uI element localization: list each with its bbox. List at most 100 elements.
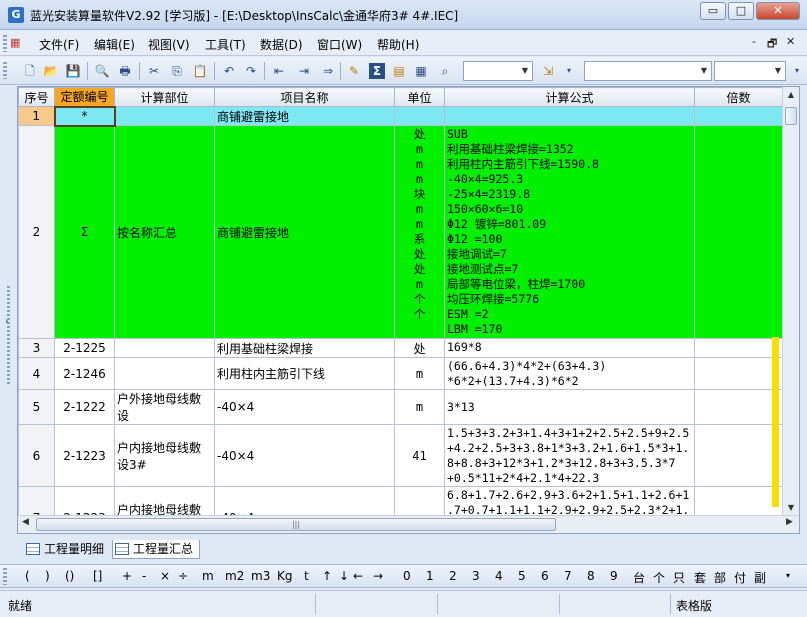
table-icon[interactable]: ▦ bbox=[413, 63, 429, 79]
chevron-right-icon[interactable]: › bbox=[5, 317, 9, 327]
cell-part[interactable] bbox=[114, 106, 215, 126]
table-row[interactable]: 2 Σ 按名称汇总 商铺避雷接地 处 m m m 块 m m 系 处 处 m 个… bbox=[18, 125, 783, 339]
insert-row-icon[interactable]: ⇤ bbox=[269, 63, 289, 79]
tab-quantity-summary[interactable]: 工程量汇总 bbox=[112, 540, 201, 559]
cell-multiple[interactable] bbox=[694, 357, 783, 390]
cell-code[interactable]: 2-1222 bbox=[54, 389, 115, 425]
cell-name[interactable]: 商铺避雷接地 bbox=[214, 125, 395, 339]
cell-part[interactable]: 户内接地母线敷设3# bbox=[114, 424, 215, 487]
cell-code[interactable]: 2-1246 bbox=[54, 357, 115, 390]
menu-grip[interactable] bbox=[3, 35, 7, 52]
calc-icon[interactable]: ▤ bbox=[391, 63, 407, 79]
cell-unit[interactable]: 41 bbox=[394, 424, 445, 487]
brush-icon[interactable]: ✎ bbox=[346, 63, 362, 79]
menu-view[interactable]: 视图(V) bbox=[148, 36, 190, 53]
print-icon[interactable]: 🖶 bbox=[117, 63, 133, 79]
cell-unit[interactable]: 处 m m m 块 m m 系 处 处 m 个 个 bbox=[394, 125, 445, 339]
find-icon[interactable]: ⌕ bbox=[437, 63, 453, 79]
digit-button[interactable]: 7 bbox=[564, 569, 572, 583]
table-row[interactable]: 4 2-1246 利用柱内主筋引下线 m (66.6+4.3)*4*2+(63+… bbox=[18, 357, 783, 390]
cell-formula[interactable]: 1.5+3+3.2+3+1.4+3+1+2+2.5+2.5+9+2.5 +4.2… bbox=[444, 424, 695, 487]
cell-name[interactable]: 利用柱内主筋引下线 bbox=[214, 357, 395, 390]
scroll-right-icon[interactable]: ▶ bbox=[786, 517, 793, 527]
redo-icon[interactable]: ↷ bbox=[243, 63, 259, 79]
open-icon[interactable]: 📂 bbox=[43, 63, 59, 79]
cell-name[interactable]: 利用基础柱梁焊接 bbox=[214, 338, 395, 358]
cell-multiple[interactable] bbox=[694, 338, 783, 358]
cell-unit[interactable]: m bbox=[394, 357, 445, 390]
unit-button[interactable]: 付 bbox=[734, 569, 746, 586]
cell-part[interactable] bbox=[114, 357, 215, 390]
symbol-button[interactable]: ÷ bbox=[178, 569, 188, 583]
cut-icon[interactable]: ✂ bbox=[146, 63, 162, 79]
symbol-button[interactable]: m3 bbox=[251, 569, 270, 583]
symbol-button[interactable]: () bbox=[65, 569, 74, 583]
unit-button[interactable]: 套 bbox=[694, 569, 706, 586]
maximize-button[interactable]: □ bbox=[728, 2, 754, 20]
scroll-down-icon[interactable]: ▼ bbox=[783, 500, 799, 516]
col-header-formula[interactable]: 计算公式 bbox=[444, 87, 695, 107]
symbol-button[interactable]: ( bbox=[25, 569, 30, 583]
delete-row-icon[interactable]: ⇥ bbox=[294, 63, 314, 79]
toolbar-overflow-icon[interactable]: ▾ bbox=[789, 63, 805, 79]
cell-part[interactable]: 户外接地母线敷设 bbox=[114, 389, 215, 425]
chevron-down-icon[interactable]: ▼ bbox=[518, 62, 532, 80]
scroll-left-icon[interactable]: ◀ bbox=[22, 517, 29, 527]
cell-multiple[interactable] bbox=[694, 389, 783, 425]
new-icon[interactable]: 🗋 bbox=[22, 63, 38, 79]
col-header-part[interactable]: 计算部位 bbox=[114, 87, 215, 107]
doc-restore-button[interactable]: 🗗 bbox=[767, 35, 777, 54]
cell-formula[interactable]: (66.6+4.3)*4*2+(63+4.3) *6*2+(13.7+4.3)*… bbox=[444, 357, 695, 390]
toolbar-overflow-icon[interactable]: ▾ bbox=[561, 63, 577, 79]
unit-button[interactable]: 台 bbox=[633, 569, 645, 586]
menu-window[interactable]: 窗口(W) bbox=[317, 36, 362, 53]
menu-help[interactable]: 帮助(H) bbox=[377, 36, 419, 53]
vertical-scrollbar[interactable]: ▲ ▼ bbox=[782, 87, 799, 516]
symbol-bar-grip[interactable] bbox=[3, 568, 7, 585]
tab-quantity-detail[interactable]: 工程量明细 bbox=[24, 540, 104, 559]
row-number[interactable]: 3 bbox=[18, 338, 55, 358]
row-number[interactable]: 6 bbox=[18, 424, 55, 487]
row-number[interactable]: 5 bbox=[18, 389, 55, 425]
cell-multiple[interactable] bbox=[694, 424, 783, 487]
horizontal-scrollbar[interactable]: ◀ ||| ▶ bbox=[18, 515, 799, 533]
cell-unit[interactable]: m bbox=[394, 389, 445, 425]
cell-unit[interactable] bbox=[394, 106, 445, 126]
cell-code[interactable]: Σ bbox=[54, 125, 115, 339]
close-button[interactable]: ✕ bbox=[756, 2, 800, 20]
arrow-right-icon[interactable]: → bbox=[373, 569, 383, 583]
col-header-name[interactable]: 项目名称 bbox=[214, 87, 395, 107]
digit-button[interactable]: 3 bbox=[472, 569, 480, 583]
toolbar-combo-2[interactable]: ▼ bbox=[584, 61, 712, 81]
cell-name[interactable]: -40×4 bbox=[214, 424, 395, 487]
cell-code[interactable]: 2-1225 bbox=[54, 338, 115, 358]
row-number[interactable]: 4 bbox=[18, 357, 55, 390]
cell-code[interactable]: * bbox=[53, 105, 116, 127]
symbol-button[interactable]: m bbox=[202, 569, 214, 583]
digit-button[interactable]: 6 bbox=[541, 569, 549, 583]
table-row[interactable]: 5 2-1222 户外接地母线敷设 -40×4 m 3*13 bbox=[18, 389, 783, 425]
append-row-icon[interactable]: ⇒ bbox=[318, 63, 338, 79]
scroll-up-icon[interactable]: ▲ bbox=[783, 87, 799, 103]
scroll-thumb[interactable]: ||| bbox=[36, 518, 556, 531]
digit-button[interactable]: 0 bbox=[403, 569, 411, 583]
cell-name[interactable]: -40×4 bbox=[214, 389, 395, 425]
symbol-bar-overflow-icon[interactable]: ▾ bbox=[786, 571, 790, 580]
cell-name[interactable]: 商铺避雷接地 bbox=[214, 106, 395, 126]
cell-part[interactable] bbox=[114, 338, 215, 358]
row-number[interactable]: 2 bbox=[18, 125, 55, 339]
symbol-button[interactable]: + bbox=[122, 569, 132, 583]
scroll-thumb[interactable] bbox=[785, 107, 797, 125]
toolbar-combo-1[interactable]: ▼ bbox=[463, 61, 533, 81]
digit-button[interactable]: 9 bbox=[610, 569, 618, 583]
arrow-down-icon[interactable]: ↓ bbox=[339, 569, 349, 583]
cell-formula[interactable]: 169*8 bbox=[444, 338, 695, 358]
save-icon[interactable]: 💾 bbox=[65, 63, 81, 79]
cell-unit[interactable]: 处 bbox=[394, 338, 445, 358]
col-header-multiple[interactable]: 倍数 bbox=[694, 87, 783, 107]
menu-file[interactable]: 文件(F) bbox=[39, 36, 79, 53]
cell-formula[interactable]: 3*13 bbox=[444, 389, 695, 425]
sum-icon[interactable]: Σ bbox=[369, 63, 385, 79]
unit-button[interactable]: 个 bbox=[653, 569, 665, 586]
cell-code[interactable]: 2-1223 bbox=[54, 424, 115, 487]
